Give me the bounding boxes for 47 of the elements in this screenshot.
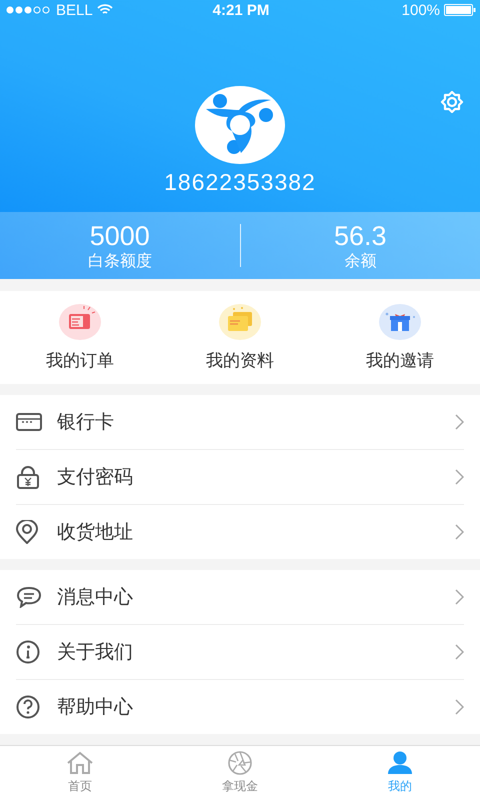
tab-button[interactable]: 首页 bbox=[0, 746, 160, 800]
menu-row[interactable]: 关于我们 bbox=[16, 625, 464, 680]
home-icon bbox=[66, 751, 94, 775]
chat-bubble-icon bbox=[16, 586, 42, 608]
shortcut-button[interactable]: 我的邀请 bbox=[320, 291, 480, 384]
stat-value: 56.3 bbox=[334, 220, 387, 250]
aperture-icon bbox=[227, 751, 253, 775]
shortcut-button[interactable]: 我的订单 bbox=[0, 291, 160, 384]
clock-time: 4:21 PM bbox=[212, 2, 270, 18]
menu-label: 帮助中心 bbox=[57, 695, 134, 720]
stat-label: 余额 bbox=[344, 250, 376, 270]
stat-value: 5000 bbox=[90, 220, 150, 250]
tab-button[interactable]: 拿现金 bbox=[160, 746, 320, 800]
battery-icon bbox=[444, 4, 476, 16]
order-card-icon bbox=[58, 303, 102, 341]
chevron-right-icon bbox=[455, 414, 464, 430]
menu-label: 收货地址 bbox=[57, 520, 134, 545]
chevron-right-icon bbox=[455, 644, 464, 660]
menu-row[interactable]: 收货地址 bbox=[16, 505, 464, 559]
person-icon bbox=[387, 751, 413, 775]
menu-label: 关于我们 bbox=[57, 640, 134, 665]
battery-percent: 100% bbox=[402, 2, 440, 18]
menu-row[interactable]: 帮助中心 bbox=[16, 680, 464, 734]
settings-icon[interactable] bbox=[440, 91, 464, 113]
shortcut-button[interactable]: 我的资料 bbox=[160, 291, 320, 384]
lock-icon bbox=[16, 465, 40, 489]
carrier-name: BELL bbox=[56, 2, 93, 18]
location-pin-icon bbox=[16, 520, 38, 544]
phone-number: 18622353382 bbox=[164, 169, 316, 196]
signal-icon bbox=[6, 6, 52, 14]
menu-row[interactable]: 支付密码 bbox=[16, 450, 464, 505]
info-icon bbox=[16, 640, 40, 664]
chevron-right-icon bbox=[455, 524, 464, 540]
menu-label: 银行卡 bbox=[57, 410, 115, 435]
chevron-right-icon bbox=[455, 589, 464, 605]
stat-label: 白条额度 bbox=[88, 250, 152, 270]
chevron-right-icon bbox=[455, 699, 464, 715]
folder-icon bbox=[218, 303, 262, 341]
help-icon bbox=[16, 695, 40, 719]
gift-icon bbox=[378, 303, 422, 341]
bank-card-icon bbox=[16, 413, 42, 431]
menu-label: 支付密码 bbox=[57, 465, 134, 490]
menu-row[interactable]: 消息中心 bbox=[16, 570, 464, 625]
menu-label: 消息中心 bbox=[57, 585, 134, 610]
menu-row[interactable]: 银行卡 bbox=[16, 395, 464, 450]
chevron-right-icon bbox=[455, 469, 464, 485]
wifi-icon bbox=[96, 4, 113, 16]
